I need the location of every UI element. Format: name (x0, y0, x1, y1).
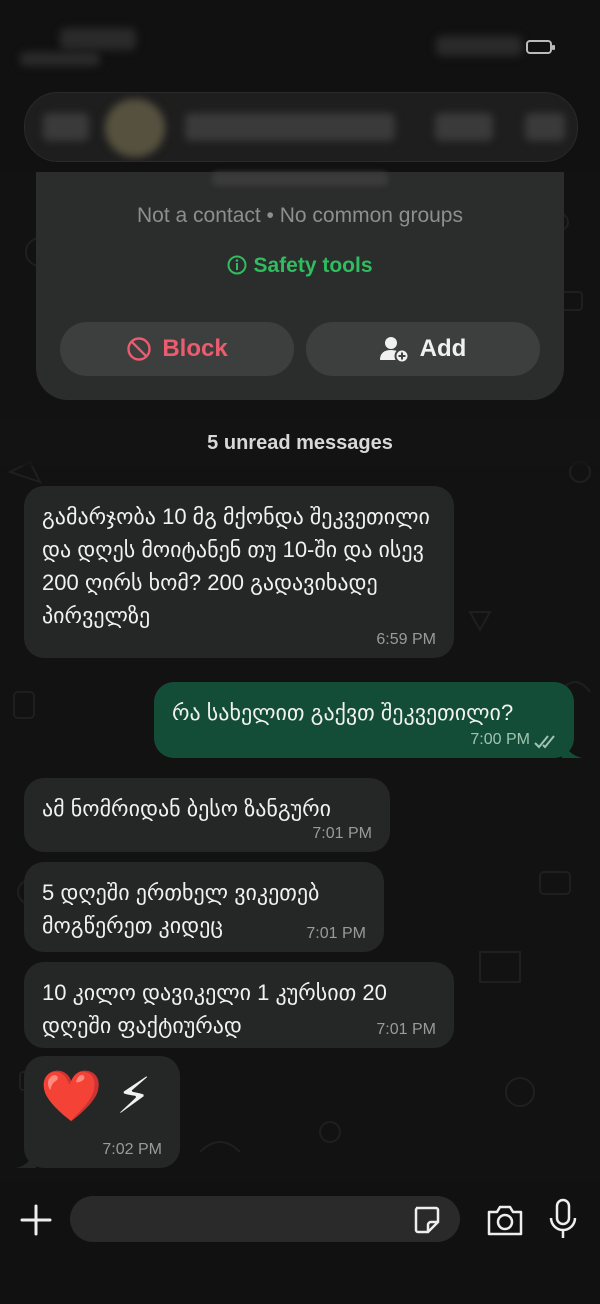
read-receipt-icon (534, 735, 555, 749)
message-text: გამარჯობა 10 მგ მქონდა შეკვეთილი და დღეს… (42, 504, 430, 628)
chat-header (0, 84, 600, 172)
contact-status-text: Not a contact • No common groups (136, 204, 463, 227)
battery-icon (526, 40, 555, 54)
message-input[interactable] (70, 1196, 460, 1242)
emoji-message: ❤️ ⚡ (40, 1068, 152, 1124)
phone-number-blurred (212, 172, 388, 186)
message-bubble-incoming[interactable]: ამ ნომრიდან ბესო ზანგური 7:01 PM (24, 778, 390, 852)
message-time: 7:02 PM (102, 1141, 162, 1158)
bubble-tail (562, 738, 582, 758)
carrier-blurred (20, 52, 100, 66)
message-time: 7:00 PM (470, 731, 530, 748)
microphone-icon[interactable] (548, 1198, 578, 1240)
clock-blurred (60, 28, 136, 50)
message-time: 7:01 PM (306, 925, 366, 942)
status-bar (0, 0, 600, 84)
add-user-icon (379, 337, 410, 363)
signal-icons-blurred (436, 36, 522, 56)
sticker-icon[interactable] (410, 1204, 442, 1236)
safety-tools-link[interactable]: Safety tools (36, 254, 564, 278)
message-time: 7:01 PM (376, 1021, 436, 1038)
add-contact-button[interactable]: Add (306, 322, 540, 376)
avatar[interactable] (105, 99, 165, 157)
unknown-contact-card: Not a contact • No common groups Safety … (36, 172, 564, 400)
message-bubble-incoming[interactable]: 10 კილო დავიკელი 1 კურსით 20 დღეში ფაქტი… (24, 962, 454, 1048)
unread-messages-divider: 5 unread messages (0, 420, 600, 466)
info-icon (227, 255, 247, 275)
block-label: Block (162, 335, 228, 362)
message-text: ამ ნომრიდან ბესო ზანგური (42, 796, 332, 821)
block-button[interactable]: Block (60, 322, 294, 376)
camera-icon[interactable] (486, 1202, 524, 1238)
message-bubble-incoming[interactable]: 5 დღეში ერთხელ ვიკეთებ მოგწერეთ კიდეც 7:… (24, 862, 384, 952)
add-label: Add (419, 335, 467, 362)
message-time: 6:59 PM (376, 631, 436, 648)
contact-name-blurred[interactable] (185, 113, 395, 141)
safety-tools-label: Safety tools (253, 254, 373, 277)
video-call-icon[interactable] (435, 113, 493, 141)
header-pill[interactable] (24, 92, 578, 162)
back-button-blurred[interactable] (43, 113, 89, 141)
message-bubble-outgoing[interactable]: რა სახელით გაქვთ შეკვეთილი? 7:00 PM (154, 682, 582, 758)
message-composer (0, 1182, 600, 1304)
block-icon (127, 337, 152, 361)
message-bubble-incoming[interactable]: გამარჯობა 10 მგ მქონდა შეკვეთილი და დღეს… (24, 486, 454, 658)
plus-icon[interactable] (16, 1200, 56, 1240)
message-text: რა სახელით გაქვთ შეკვეთილი? (172, 700, 514, 725)
voice-call-icon[interactable] (525, 113, 565, 141)
bubble-tail (16, 1148, 36, 1168)
message-bubble-incoming[interactable]: ❤️ ⚡ 7:02 PM (16, 1056, 180, 1168)
message-time: 7:01 PM (312, 825, 372, 842)
